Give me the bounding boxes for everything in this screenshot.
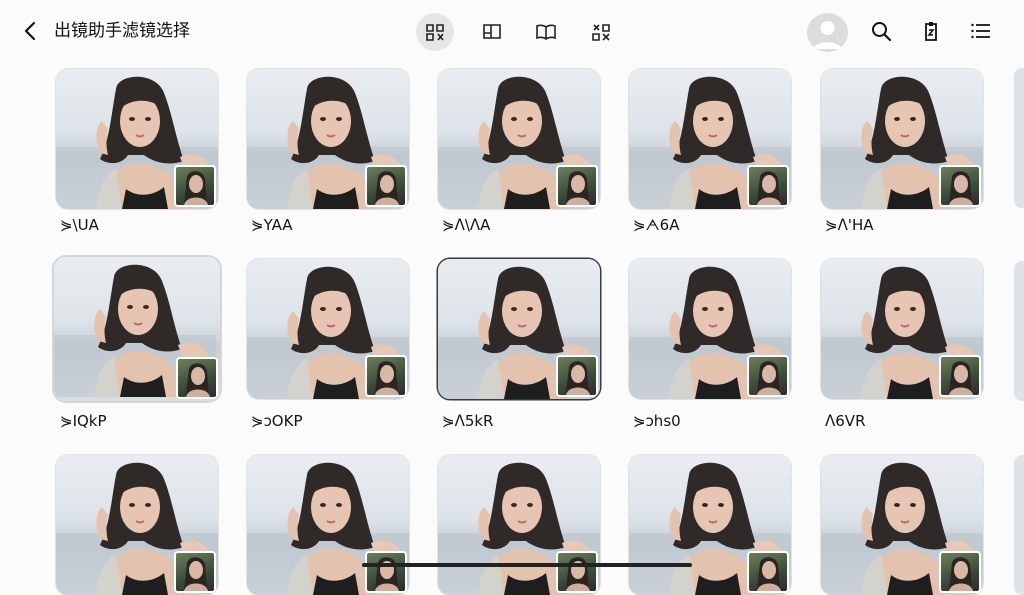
filter-card[interactable] — [438, 455, 600, 595]
filter-label: ⋟ᗅ6A — [633, 216, 680, 234]
filter-card[interactable] — [56, 69, 218, 209]
face-thumbnail — [365, 551, 407, 593]
face-thumbnail — [939, 165, 981, 207]
filter-label: ⋟ɔOKP — [251, 412, 303, 430]
face-thumbnail — [949, 361, 973, 395]
filter-label: ⋟ᐱ'HA — [825, 216, 874, 234]
filter-card[interactable] — [438, 259, 600, 399]
face-thumbnail — [939, 355, 981, 397]
face-thumbnail — [566, 361, 590, 395]
filter-card[interactable] — [821, 259, 983, 399]
filter-label: ⋟ᐱ\ᐱA — [442, 216, 491, 234]
scrollbar[interactable] — [362, 563, 692, 567]
filter-label: ⋟YAA — [251, 216, 293, 234]
face-thumbnail — [949, 171, 973, 205]
filter-card[interactable] — [54, 257, 220, 401]
face-thumbnail — [747, 551, 789, 593]
face-thumbnail — [757, 171, 781, 205]
face-thumbnail — [747, 165, 789, 207]
face-thumbnail — [949, 557, 973, 591]
filter-label: ⋟ᐱ5kR — [442, 412, 494, 430]
filter-card[interactable] — [247, 455, 409, 595]
filter-label: ⋟ɔhs0 — [633, 412, 681, 430]
filter-label: ⋟IQkP — [60, 412, 107, 430]
face-thumbnail — [174, 551, 216, 593]
face-thumbnail — [375, 361, 399, 395]
face-thumbnail — [184, 557, 208, 591]
face-thumbnail — [184, 171, 208, 205]
face-thumbnail — [375, 171, 399, 205]
face-thumbnail — [556, 165, 598, 207]
face-thumbnail — [365, 165, 407, 207]
filter-label: ⋟\UA — [60, 216, 99, 234]
face-thumbnail — [556, 551, 598, 593]
face-thumbnail — [556, 355, 598, 397]
face-thumbnail — [566, 557, 590, 591]
face-thumbnail — [939, 551, 981, 593]
face-thumbnail — [186, 363, 210, 397]
filter-card[interactable] — [629, 69, 791, 209]
next-panel-edge[interactable] — [1014, 455, 1024, 595]
filter-grid: ⋟\UA ⋟YAA ⋟ᐱ\ᐱA ⋟ᗅ6A ⋟ᐱ'HA ⋟IQkP ⋟ɔOKP ⋟… — [0, 0, 1024, 595]
face-thumbnail — [757, 557, 781, 591]
filter-card[interactable] — [629, 259, 791, 399]
filter-card[interactable] — [821, 69, 983, 209]
filter-label: ᐱ6VR — [825, 412, 866, 430]
face-thumbnail — [757, 361, 781, 395]
next-panel-edge[interactable] — [1014, 68, 1024, 208]
filter-card[interactable] — [438, 69, 600, 209]
face-thumbnail — [176, 357, 218, 399]
filter-card[interactable] — [247, 69, 409, 209]
filter-card[interactable] — [56, 455, 218, 595]
next-panel-edge[interactable] — [1014, 261, 1024, 401]
filter-card[interactable] — [247, 259, 409, 399]
face-thumbnail — [365, 355, 407, 397]
face-thumbnail — [174, 165, 216, 207]
face-thumbnail — [566, 171, 590, 205]
filter-card[interactable] — [629, 455, 791, 595]
face-thumbnail — [747, 355, 789, 397]
filter-card[interactable] — [821, 455, 983, 595]
face-thumbnail — [375, 557, 399, 591]
